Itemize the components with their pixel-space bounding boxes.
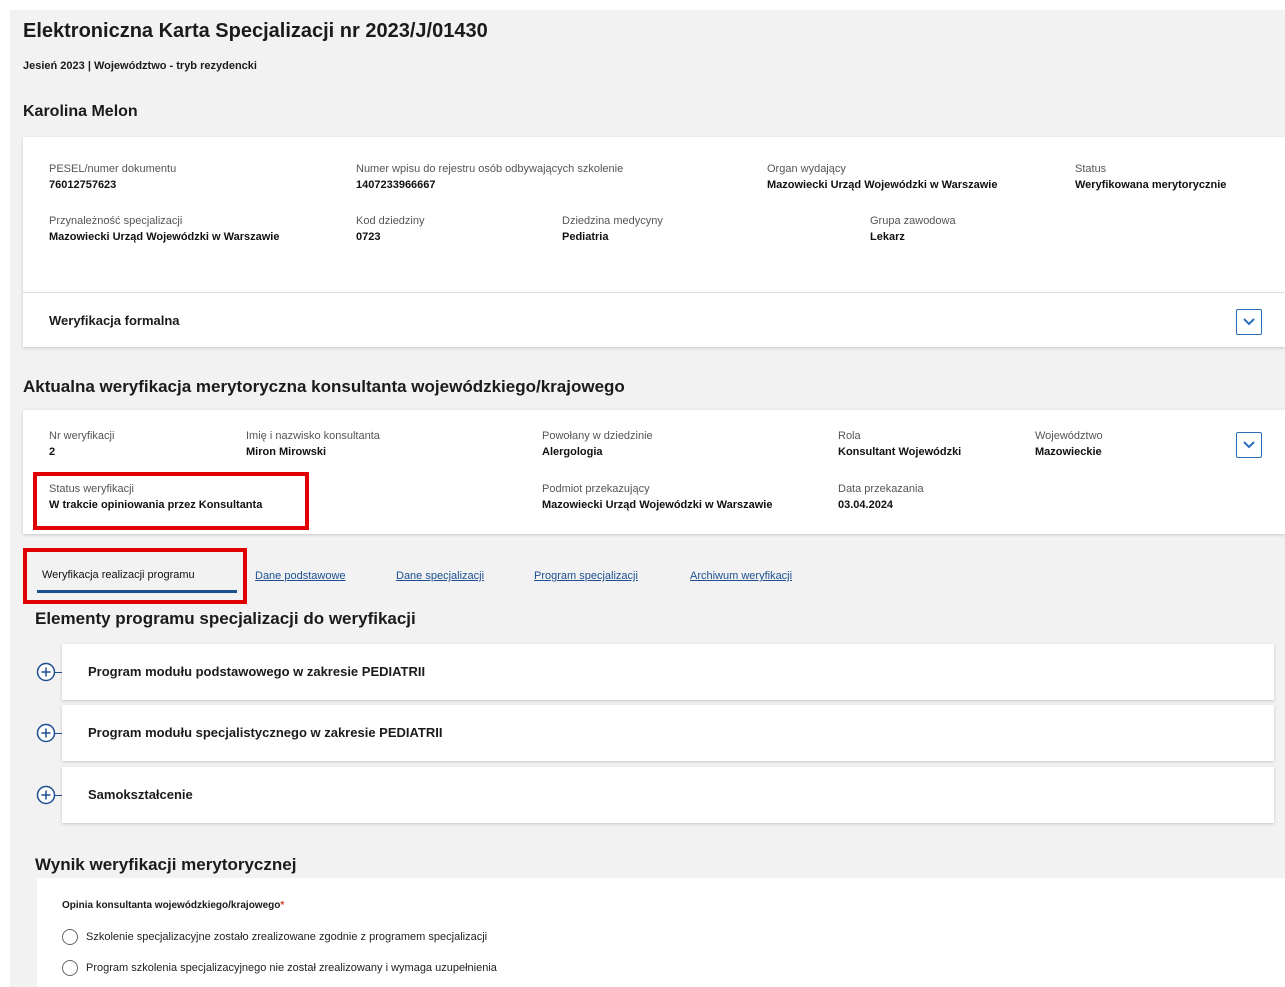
appointed-label: Powołany w dziedzinie	[542, 430, 653, 442]
voivodeship-label: Województwo	[1035, 430, 1103, 442]
radio-option-incomplete[interactable]: Program szkolenia specjalizacyjnego nie …	[62, 960, 497, 976]
status-value: Weryfikowana merytorycznie	[1075, 179, 1227, 191]
expand-plus-icon[interactable]	[36, 723, 56, 743]
domain-code-value: 0723	[356, 231, 381, 243]
radio-option-completed[interactable]: Szkolenie specjalizacyjne zostało zreali…	[62, 929, 487, 945]
group-label: Grupa zawodowa	[870, 215, 956, 227]
transfer-date-label: Data przekazania	[838, 483, 924, 495]
issuer-label: Organ wydający	[767, 163, 846, 175]
pesel-field: PESEL/numer dokumentu 76012757623	[49, 163, 176, 191]
tab-verification-archive[interactable]: Archiwum weryfikacji	[690, 570, 792, 582]
radio-option-label: Szkolenie specjalizacyjne zostało zreali…	[86, 931, 488, 943]
medicine-domain-field: Dziedzina medycyny Pediatria	[562, 215, 663, 243]
group-field: Grupa zawodowa Lekarz	[870, 215, 956, 243]
program-item-self-education[interactable]: Samokształcenie	[62, 767, 1274, 823]
medicine-domain-label: Dziedzina medycyny	[562, 215, 663, 227]
issuer-value: Mazowiecki Urząd Wojewódzki w Warszawie	[767, 179, 998, 191]
required-marker: *	[280, 900, 285, 911]
transferring-label: Podmiot przekazujący	[542, 483, 650, 495]
role-label: Rola	[838, 430, 861, 442]
program-item-basic-module[interactable]: Program modułu podstawowego w zakresie P…	[62, 644, 1274, 700]
status-highlight-box	[33, 472, 309, 530]
verification-nr-label: Nr weryfikacji	[49, 430, 115, 442]
formal-verification-label[interactable]: Weryfikacja formalna	[49, 313, 180, 328]
membership-value: Mazowiecki Urząd Wojewódzki w Warszawie	[49, 231, 280, 243]
medicine-domain-value: Pediatria	[562, 231, 609, 243]
program-item-label: Program modułu specjalistycznego w zakre…	[88, 725, 443, 740]
appointed-field: Powołany w dziedzinie Alergologia	[542, 430, 653, 458]
expand-plus-icon[interactable]	[36, 785, 56, 805]
transferring-field: Podmiot przekazujący Mazowiecki Urząd Wo…	[542, 483, 772, 511]
chevron-down-icon	[1243, 441, 1255, 449]
page-container: Elektroniczna Karta Specjalizacji nr 202…	[10, 10, 1285, 987]
formal-verification-toggle-button[interactable]	[1236, 309, 1262, 335]
role-value: Konsultant Wojewódzki	[838, 446, 962, 458]
verification-nr-field: Nr weryfikacji 2	[49, 430, 114, 458]
consultant-label: Imię i nazwisko konsultanta	[246, 430, 380, 442]
role-field: Rola Konsultant Wojewódzki	[838, 430, 961, 458]
consultant-field: Imię i nazwisko konsultanta Miron Mirows…	[246, 430, 380, 458]
membership-label: Przynależność specjalizacji	[49, 215, 183, 227]
info-card-divider	[23, 292, 1285, 293]
voivodeship-value: Mazowieckie	[1035, 446, 1102, 458]
radio-button[interactable]	[62, 960, 78, 976]
verification-section-title: Aktualna weryfikacja merytoryczna konsul…	[23, 377, 625, 396]
pesel-label: PESEL/numer dokumentu	[49, 163, 177, 175]
domain-code-field: Kod dziedziny 0723	[356, 215, 425, 243]
status-field: Status Weryfikowana merytorycznie	[1075, 163, 1226, 191]
tab-specialization-data[interactable]: Dane specjalizacji	[396, 570, 484, 582]
registry-field: Numer wpisu do rejestru osób odbywającyc…	[356, 163, 623, 191]
membership-field: Przynależność specjalizacji Mazowiecki U…	[49, 215, 279, 243]
radio-option-label: Program szkolenia specjalizacyjnego nie …	[86, 962, 497, 974]
opinion-label: Opinia konsultanta wojewódzkiego/krajowe…	[62, 900, 281, 911]
page-title: Elektroniczna Karta Specjalizacji nr 202…	[23, 20, 488, 42]
program-section-title: Elementy programu specjalizacji do weryf…	[35, 609, 416, 628]
program-item-label: Samokształcenie	[88, 787, 193, 802]
pesel-value: 76012757623	[49, 179, 117, 191]
tab-highlight-box	[23, 548, 247, 604]
program-item-label: Program modułu podstawowego w zakresie P…	[88, 664, 426, 679]
registry-value: 1407233966667	[356, 179, 436, 191]
verification-toggle-button[interactable]	[1236, 432, 1262, 458]
opinion-label-row: Opinia konsultanta wojewódzkiego/krajowe…	[62, 900, 284, 911]
program-item-specialist-module[interactable]: Program modułu specjalistycznego w zakre…	[62, 705, 1274, 761]
tab-basic-data[interactable]: Dane podstawowe	[255, 570, 346, 582]
consultant-value: Miron Mirowski	[246, 446, 327, 458]
verification-nr-value: 2	[49, 446, 56, 458]
transfer-date-field: Data przekazania 03.04.2024	[838, 483, 924, 511]
page-subtitle: Jesień 2023 | Województwo - tryb rezyden…	[23, 60, 257, 72]
expand-plus-icon[interactable]	[36, 662, 56, 682]
group-value: Lekarz	[870, 231, 905, 243]
registry-label: Numer wpisu do rejestru osób odbywającyc…	[356, 163, 624, 175]
info-card: PESEL/numer dokumentu 76012757623 Numer …	[23, 137, 1285, 347]
tab-specialization-program[interactable]: Program specjalizacji	[534, 570, 638, 582]
transferring-value: Mazowiecki Urząd Wojewódzki w Warszawie	[542, 499, 773, 511]
chevron-down-icon	[1243, 318, 1255, 326]
appointed-value: Alergologia	[542, 446, 603, 458]
status-label: Status	[1075, 163, 1107, 175]
result-section-title: Wynik weryfikacji merytorycznej	[35, 855, 297, 874]
person-name: Karolina Melon	[23, 103, 138, 120]
voivodeship-field: Województwo Mazowieckie	[1035, 430, 1103, 458]
radio-button[interactable]	[62, 929, 78, 945]
domain-code-label: Kod dziedziny	[356, 215, 425, 227]
transfer-date-value: 03.04.2024	[838, 499, 894, 511]
issuer-field: Organ wydający Mazowiecki Urząd Wojewódz…	[767, 163, 997, 191]
